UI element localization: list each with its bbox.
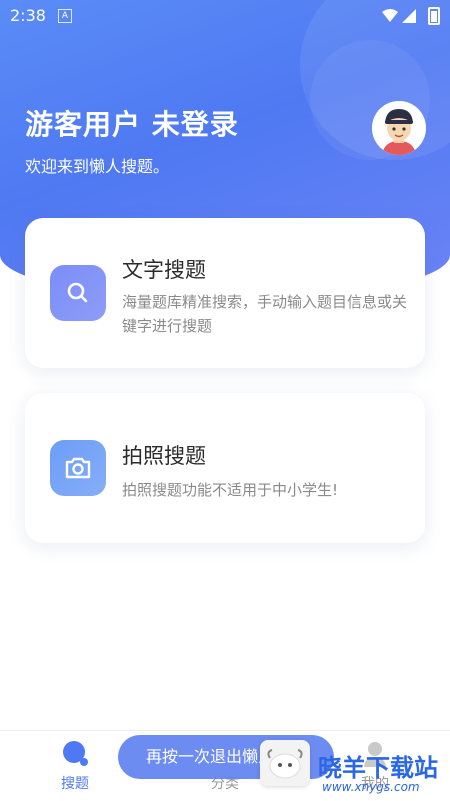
search-icon: [50, 265, 106, 321]
card-description: 拍照搜题功能不适用于中小学生!: [122, 481, 339, 499]
battery-icon: [428, 7, 440, 25]
watermark-url: www.xnygs.com: [322, 780, 420, 794]
avatar[interactable]: [372, 101, 426, 155]
photo-search-card[interactable]: 拍照搜题 拍照搜题功能不适用于中小学生!: [25, 393, 425, 543]
search-tab-icon: [63, 741, 88, 766]
status-time: 2:38: [10, 6, 46, 25]
tab-label: 搜题: [61, 776, 89, 792]
signal-icon: [402, 8, 416, 27]
card-title: 文字搜题: [122, 258, 206, 282]
card-description: 海量题库精准搜索，手动输入题目信息或关键字进行搜题: [122, 293, 408, 335]
watermark-logo: [260, 740, 310, 786]
card-title: 拍照搜题: [122, 444, 206, 468]
wifi-icon: [382, 8, 398, 27]
camera-icon: [50, 440, 106, 496]
notification-icon: A: [58, 9, 72, 23]
watermark-text: 晓羊下载站: [318, 754, 438, 782]
text-search-card[interactable]: 文字搜题 海量题库精准搜索，手动输入题目信息或关键字进行搜题: [25, 218, 425, 368]
welcome-text: 欢迎来到懒人搜题。: [25, 157, 170, 176]
status-bar: 2:38 A: [0, 0, 450, 32]
tab-search[interactable]: 搜题: [35, 731, 115, 801]
user-status-title[interactable]: 游客用户 未登录: [25, 103, 239, 143]
